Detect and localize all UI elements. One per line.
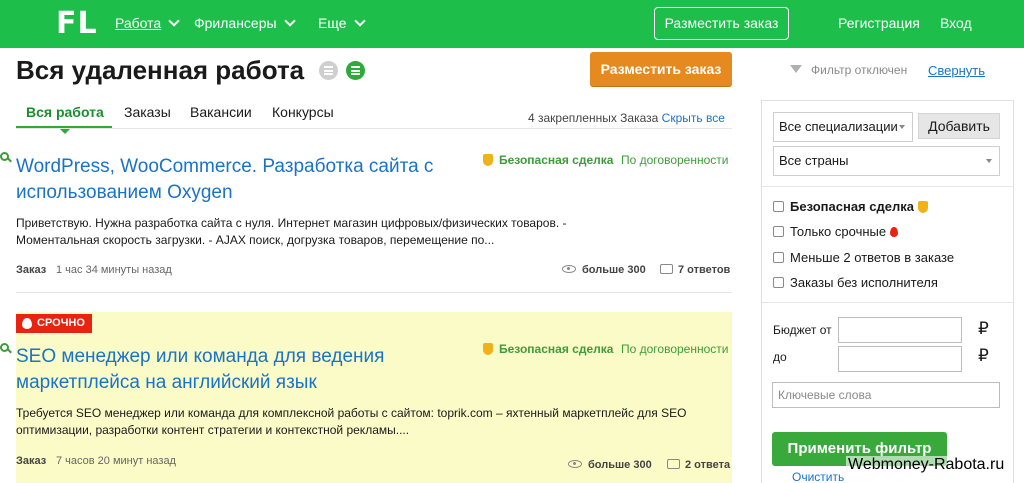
checkbox[interactable] (773, 252, 784, 263)
listing-title[interactable]: WordPress, WooCommerce. Разработка сайта… (16, 154, 456, 206)
checkbox-label: Безопасная сделка (790, 199, 914, 214)
nav-work[interactable]: Работа (115, 15, 180, 32)
listing-price: По договоренности (621, 153, 729, 167)
list-view-icon[interactable] (319, 61, 338, 80)
chevron-down-icon (283, 15, 296, 27)
filter-status: Фильтр отключен (790, 63, 907, 77)
tab-vacancies[interactable]: Вакансии (190, 104, 252, 120)
budget-from-label: Бюджет от (773, 323, 832, 337)
currency-to: ₽ (978, 346, 989, 365)
listing-divider (16, 292, 732, 293)
listing-description: Приветствую. Нужна разработка сайта с ну… (16, 216, 567, 247)
safe-deal-label: Безопасная сделка (499, 153, 614, 167)
add-specialization-button[interactable]: Добавить (918, 113, 1000, 139)
register-link[interactable]: Регистрация (838, 15, 920, 32)
eye-icon (568, 460, 582, 468)
country-select[interactable]: Все страны (773, 146, 1000, 176)
listing-answers[interactable]: 7 ответов (660, 264, 730, 276)
budget-to-input[interactable] (838, 346, 962, 372)
hide-all-link[interactable]: Скрыть все (662, 111, 725, 125)
login-link[interactable]: Вход (940, 15, 972, 32)
tab-contests[interactable]: Конкурсы (272, 104, 334, 120)
chevron-down-icon (353, 15, 366, 27)
pin-icon (0, 152, 9, 161)
comment-icon (660, 264, 673, 274)
tab-orders[interactable]: Заказы (124, 104, 171, 120)
safe-deal-label: Безопасная сделка (499, 342, 614, 356)
shield-icon (917, 201, 928, 213)
keywords-input[interactable]: Ключевые слова (772, 382, 1000, 408)
urgent-badge: СРОЧНО (16, 314, 92, 333)
collapse-filter-link[interactable]: Свернуть (928, 63, 985, 78)
flame-icon (22, 318, 32, 329)
nav-freelancers[interactable]: Фрилансеры (194, 15, 296, 32)
rss-doc-icon[interactable] (346, 61, 365, 80)
caret-down-icon (899, 125, 905, 129)
shield-icon (483, 154, 493, 166)
flame-icon (890, 227, 899, 237)
comment-icon (667, 459, 680, 469)
page-title: Вся удаленная работа (16, 55, 305, 85)
caret-down-icon (986, 159, 992, 163)
nav-more-label: Еще (318, 15, 347, 31)
shield-icon (483, 343, 493, 355)
nav-more[interactable]: Еще (318, 15, 366, 32)
nav-work-label: Работа (115, 15, 162, 31)
listing-views: больше 300 (562, 264, 646, 276)
answers-count: 2 ответа (685, 459, 731, 471)
checkbox[interactable] (773, 201, 784, 212)
funnel-icon (790, 65, 802, 73)
checkbox[interactable] (773, 277, 784, 288)
checkbox-no-performer[interactable]: Заказы без исполнителя (773, 275, 938, 290)
sidebar-separator (762, 302, 1013, 303)
checkbox-safe-deal[interactable]: Безопасная сделка (773, 199, 934, 214)
budget-from-input[interactable] (838, 317, 962, 343)
nav-freelancers-label: Фрилансеры (194, 15, 277, 31)
top-post-order-button[interactable]: Разместить заказ (654, 7, 789, 40)
listing-price: По договоренности (621, 342, 729, 356)
tabs-divider (16, 128, 732, 129)
post-order-button[interactable]: Разместить заказ (590, 52, 732, 86)
checkbox-less-two-answers[interactable]: Меньше 2 ответов в заказе (773, 250, 954, 265)
listing-type: Заказ (16, 455, 47, 467)
listing-description: Требуется SEO менеджер или команда для к… (16, 406, 687, 437)
views-count: больше 300 (582, 264, 646, 276)
watermark: Webmoney-Rabota.ru (846, 456, 1007, 474)
listing-views: больше 300 (568, 459, 652, 471)
pin-icon (0, 343, 9, 352)
fl-logo[interactable]: FL (56, 9, 98, 39)
listing-answers[interactable]: 2 ответа (667, 459, 730, 471)
checkbox-label: Только срочные (790, 224, 887, 239)
listing-time: 1 час 34 минуты назад (56, 264, 172, 276)
views-count: больше 300 (588, 459, 652, 471)
safe-deal-badge: Безопасная сделка (483, 153, 613, 167)
checkbox[interactable] (773, 226, 784, 237)
chevron-down-icon (168, 15, 180, 27)
checkbox-urgent-only[interactable]: Только срочные (773, 224, 899, 239)
sidebar-separator (762, 186, 1013, 187)
checkbox-label: Меньше 2 ответов в заказе (790, 250, 955, 265)
listing-title[interactable]: SEO менеджер или команда для ведения мар… (16, 344, 456, 396)
budget-to-label: до (773, 350, 787, 364)
eye-icon (562, 265, 576, 273)
specialization-value: Все специализации (779, 119, 898, 134)
specialization-select[interactable]: Все специализации (773, 112, 913, 142)
country-value: Все страны (779, 153, 849, 168)
currency-from: ₽ (978, 319, 989, 338)
tab-all-work[interactable]: Вся работа (26, 104, 104, 120)
answers-count: 7 ответов (678, 264, 731, 276)
safe-deal-badge: Безопасная сделка (483, 342, 613, 356)
listing-type: Заказ (16, 264, 47, 276)
filter-status-text: Фильтр отключен (811, 63, 908, 77)
pinned-count: 4 закрепленных Заказа (528, 111, 659, 125)
pinned-info: 4 закрепленных Заказа Скрыть все (528, 111, 725, 125)
listing-time: 7 часов 20 минут назад (56, 455, 176, 467)
top-navbar: FL Работа Фрилансеры Еще Разместить зака… (0, 0, 1024, 48)
urgent-label: СРОЧНО (37, 317, 85, 329)
checkbox-label: Заказы без исполнителя (790, 275, 938, 290)
clear-filter-link[interactable]: Очистить (792, 470, 844, 483)
